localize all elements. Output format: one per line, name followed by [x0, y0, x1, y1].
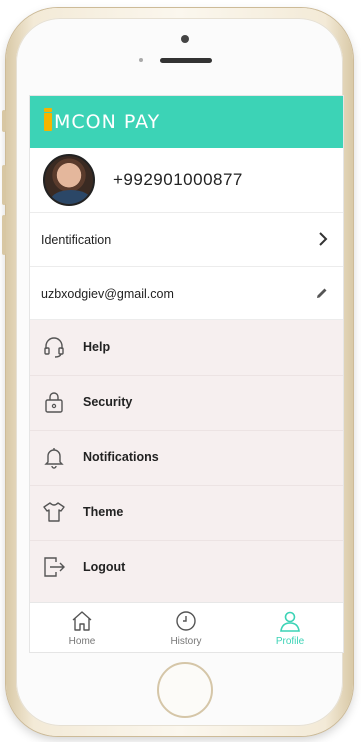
identification-row[interactable]: Identification: [30, 213, 343, 267]
chevron-right-icon: [319, 232, 328, 246]
logo-mark-dot: [44, 108, 52, 112]
tab-label-home: Home: [68, 636, 96, 647]
tshirt-icon: [43, 502, 65, 522]
phone-number: +992901000877: [113, 170, 243, 189]
app-screen: MCON PAY +992901000877 Identification uz…: [29, 95, 344, 653]
headset-icon: [44, 337, 64, 358]
profile-row: +992901000877: [30, 148, 343, 213]
volume-down-button: [2, 215, 6, 255]
home-icon: [72, 611, 92, 631]
logout-icon: [44, 557, 65, 577]
menu-label-notifications: Notifications: [83, 450, 159, 464]
tab-label-profile: Profile: [275, 636, 305, 647]
earpiece-speaker: [160, 58, 212, 63]
volume-up-button: [2, 165, 6, 205]
clock-icon: [176, 611, 196, 631]
tab-profile[interactable]: Profile: [238, 603, 342, 652]
menu-item-security[interactable]: Security: [30, 375, 343, 431]
home-button[interactable]: [157, 662, 213, 718]
email-row[interactable]: uzbxodgiev@gmail.com: [30, 267, 343, 320]
front-camera: [181, 35, 189, 43]
bottom-tab-bar: Home History Profile: [30, 602, 343, 652]
brand-name: MCON PAY: [54, 111, 161, 133]
menu-item-theme[interactable]: Theme: [30, 485, 343, 541]
avatar-shirt: [51, 190, 91, 204]
email-value: uzbxodgiev@gmail.com: [41, 287, 174, 301]
tab-home[interactable]: Home: [30, 603, 134, 652]
logo-mark: [44, 113, 52, 131]
bell-icon: [44, 448, 64, 469]
user-icon: [280, 611, 300, 632]
menu-label-theme: Theme: [83, 505, 124, 519]
proximity-sensor: [139, 58, 143, 62]
mute-switch: [2, 110, 6, 132]
menu-item-logout[interactable]: Logout: [30, 540, 343, 595]
pencil-icon[interactable]: [315, 286, 329, 300]
tab-history[interactable]: History: [134, 603, 238, 652]
menu-item-help[interactable]: Help: [30, 320, 343, 376]
tab-label-history: History: [170, 636, 202, 647]
settings-menu: Help Security Notifications Theme Logout: [30, 320, 343, 602]
menu-label-security: Security: [83, 395, 133, 409]
identification-label: Identification: [41, 233, 112, 247]
menu-label-logout: Logout: [83, 560, 126, 574]
app-header: MCON PAY: [30, 96, 343, 148]
lock-icon: [45, 392, 63, 413]
menu-item-notifications[interactable]: Notifications: [30, 430, 343, 486]
menu-label-help: Help: [83, 340, 111, 354]
avatar[interactable]: [43, 154, 95, 206]
